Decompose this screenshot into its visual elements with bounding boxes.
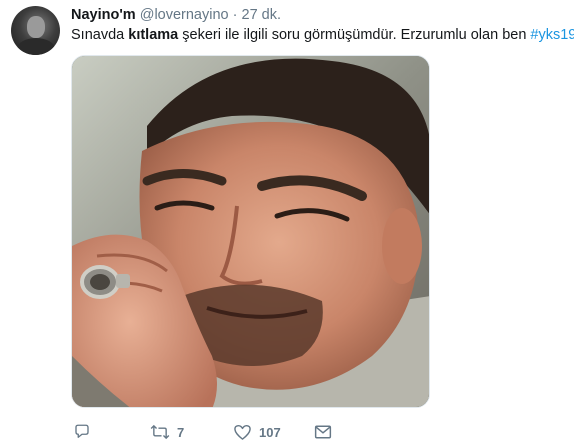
tweet-header: Nayino'm @lovernayino · 27 dk. — [71, 7, 281, 23]
retweet-count: 7 — [177, 424, 185, 440]
tweet-timestamp[interactable]: 27 dk. — [242, 7, 282, 23]
tweet-text-part2: şekeri ile ilgili soru görmüşümdür. Erzu… — [178, 27, 531, 43]
dm-action[interactable] — [314, 421, 332, 443]
avatar-shoulders — [17, 38, 55, 55]
photo-illustration — [72, 56, 429, 407]
avatar-face — [27, 16, 45, 38]
tweet-text-bold: kıtlama — [128, 27, 179, 43]
hashtag-link[interactable]: #yks19 — [530, 27, 574, 43]
author-handle[interactable]: @lovernayino — [140, 7, 229, 23]
tweet[interactable]: Nayino'm @lovernayino · 27 dk. Sınavda k… — [0, 0, 574, 448]
separator-dot: · — [232, 7, 238, 23]
reply-icon[interactable] — [73, 423, 91, 441]
tweet-photo[interactable] — [71, 55, 430, 408]
envelope-icon[interactable] — [314, 424, 332, 440]
reply-action[interactable] — [73, 421, 98, 443]
heart-icon[interactable] — [233, 423, 252, 441]
tweet-text-part1: Sınavda — [71, 27, 129, 43]
tweet-text: Sınavda kıtlama şekeri ile ilgili soru g… — [71, 27, 574, 43]
avatar[interactable] — [11, 6, 60, 55]
retweet-action[interactable]: 7 — [150, 421, 184, 443]
retweet-icon[interactable] — [150, 423, 170, 441]
author-display-name[interactable]: Nayino'm — [71, 7, 136, 23]
like-count: 107 — [259, 424, 281, 440]
like-action[interactable]: 107 — [233, 421, 281, 443]
